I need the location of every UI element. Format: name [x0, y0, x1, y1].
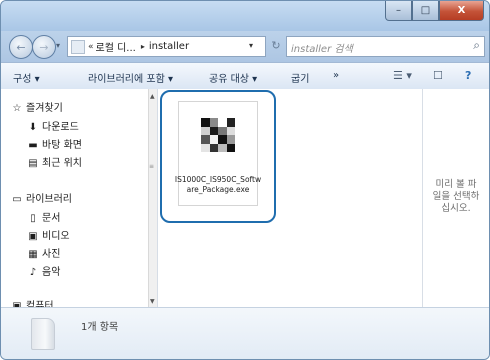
- sidebar-item-favorites[interactable]: ☆ 즐겨찾기: [11, 99, 63, 114]
- forward-arrow-icon: →: [39, 40, 49, 54]
- navigation-pane: ☆ 즐겨찾기 ⬇ 다운로드 ▬ 바탕 화면 ▤ 최근 위치 ▭ 라이브러리 ▯ 문서 ▣ 비디…: [1, 89, 148, 312]
- forward-button[interactable]: →: [32, 35, 56, 59]
- back-arrow-icon: ←: [16, 40, 26, 54]
- sidebar-item-desktop[interactable]: ▬ 바탕 화면: [27, 136, 82, 151]
- sidebar-item-label: 비디오: [42, 231, 70, 242]
- change-view-icon[interactable]: ☰ ▾: [393, 69, 412, 82]
- item-count: 1개 항목: [81, 322, 119, 333]
- sidebar-item-label: 음악: [42, 267, 61, 278]
- sidebar-item-libraries[interactable]: ▭ 라이브러리: [11, 190, 72, 205]
- sidebar-item-documents[interactable]: ▯ 문서: [27, 209, 60, 224]
- more-commands-button[interactable]: »: [333, 70, 339, 81]
- preview-pane-message: 미리 볼 파 일을 선택하 십시오.: [432, 179, 480, 214]
- file-name-line2: are_Package.exe: [186, 185, 250, 194]
- star-icon: ☆: [12, 103, 22, 114]
- scroll-down-arrow-icon[interactable]: ▼: [150, 298, 155, 305]
- sidebar-item-recent-places[interactable]: ▤ 최근 위치: [27, 154, 82, 169]
- file-selection-frame: IS1000C_IS950C_Softw are_Package.exe: [175, 101, 261, 206]
- share-with-menu[interactable]: 공유 대상 ▾: [209, 70, 257, 85]
- preview-pane-icon[interactable]: ☐: [433, 69, 443, 82]
- scroll-grip-icon[interactable]: ≡: [149, 163, 154, 170]
- library-icon: ▭: [12, 194, 22, 205]
- help-icon[interactable]: ?: [465, 69, 471, 82]
- close-button[interactable]: X: [439, 1, 484, 21]
- organize-menu[interactable]: 구성 ▾: [13, 70, 40, 85]
- scroll-up-arrow-icon[interactable]: ▲: [150, 93, 155, 100]
- search-placeholder: installer 검색: [291, 44, 353, 55]
- recent-places-icon: ▤: [28, 158, 38, 169]
- sidebar-item-music[interactable]: ♪ 음악: [27, 263, 61, 278]
- preview-pane: 미리 볼 파 일을 선택하 십시오.: [423, 89, 489, 307]
- back-button[interactable]: ←: [9, 35, 33, 59]
- include-in-library-menu[interactable]: 라이브러리에 포함 ▾: [88, 70, 173, 85]
- burn-button[interactable]: 굽기: [291, 70, 309, 85]
- search-box[interactable]: installer 검색 ⌕: [286, 36, 485, 57]
- sidebar-item-label: 라이브러리: [26, 194, 72, 205]
- music-note-icon: ♪: [29, 267, 37, 278]
- maximize-button[interactable]: □: [412, 1, 439, 21]
- sidebar-item-videos[interactable]: ▣ 비디오: [27, 227, 70, 242]
- sidebar-item-pictures[interactable]: ▦ 사진: [27, 245, 60, 260]
- generic-file-icon: [31, 318, 55, 350]
- file-name-label: IS1000C_IS950C_Softw are_Package.exe: [162, 175, 274, 195]
- breadcrumb-installer[interactable]: installer: [149, 41, 189, 52]
- details-pane: 1개 항목: [1, 307, 489, 359]
- refresh-icon: ↻: [271, 39, 281, 52]
- title-bar: – □ X: [1, 1, 489, 31]
- sidebar-item-label: 다운로드: [42, 122, 79, 133]
- recent-pages-dropdown[interactable]: ▾: [56, 41, 60, 50]
- sidebar-item-label: 문서: [42, 213, 61, 224]
- content-area: ☆ 즐겨찾기 ⬇ 다운로드 ▬ 바탕 화면 ▤ 최근 위치 ▭ 라이브러리 ▯ 문서 ▣ 비디…: [1, 89, 489, 312]
- minimize-button[interactable]: –: [385, 1, 412, 21]
- search-icon[interactable]: ⌕: [473, 38, 480, 53]
- navigation-bar: ← → ▾ « 로컬 디... ▸ installer ▾ ↻ installe…: [1, 31, 489, 62]
- file-item-installer-exe[interactable]: IS1000C_IS950C_Softw are_Package.exe: [160, 90, 276, 223]
- sidebar-item-downloads[interactable]: ⬇ 다운로드: [27, 118, 79, 133]
- sidebar-item-label: 최근 위치: [42, 158, 82, 169]
- refresh-button[interactable]: ↻: [267, 37, 285, 54]
- installer-exe-icon: [201, 118, 235, 152]
- picture-icon: ▦: [28, 249, 38, 260]
- sidebar-item-label: 즐겨찾기: [26, 103, 63, 114]
- desktop-icon: ▬: [28, 140, 38, 151]
- breadcrumb-local-disk[interactable]: 로컬 디...: [96, 39, 136, 54]
- sidebar-item-label: 사진: [42, 249, 61, 260]
- command-bar: 구성 ▾ 라이브러리에 포함 ▾ 공유 대상 ▾ 굽기 » ☰ ▾ ☐ ?: [1, 62, 489, 90]
- download-icon: ⬇: [28, 122, 38, 133]
- caption-buttons: – □ X: [385, 1, 484, 21]
- file-name-line1: IS1000C_IS950C_Softw: [174, 175, 262, 184]
- breadcrumb-separator-icon[interactable]: ▸: [141, 42, 145, 51]
- file-list: IS1000C_IS950C_Softw are_Package.exe: [158, 89, 422, 307]
- address-bar[interactable]: « 로컬 디... ▸ installer ▾: [67, 36, 266, 57]
- video-icon: ▣: [28, 231, 38, 242]
- address-dropdown-icon[interactable]: ▾: [249, 41, 253, 50]
- folder-icon: [71, 39, 85, 54]
- explorer-window: – □ X ← → ▾ « 로컬 디... ▸ installer ▾ ↻ in…: [0, 0, 490, 360]
- document-icon: ▯: [30, 213, 36, 224]
- sidebar-item-label: 바탕 화면: [42, 140, 82, 151]
- address-overflow-chevron[interactable]: «: [88, 42, 94, 52]
